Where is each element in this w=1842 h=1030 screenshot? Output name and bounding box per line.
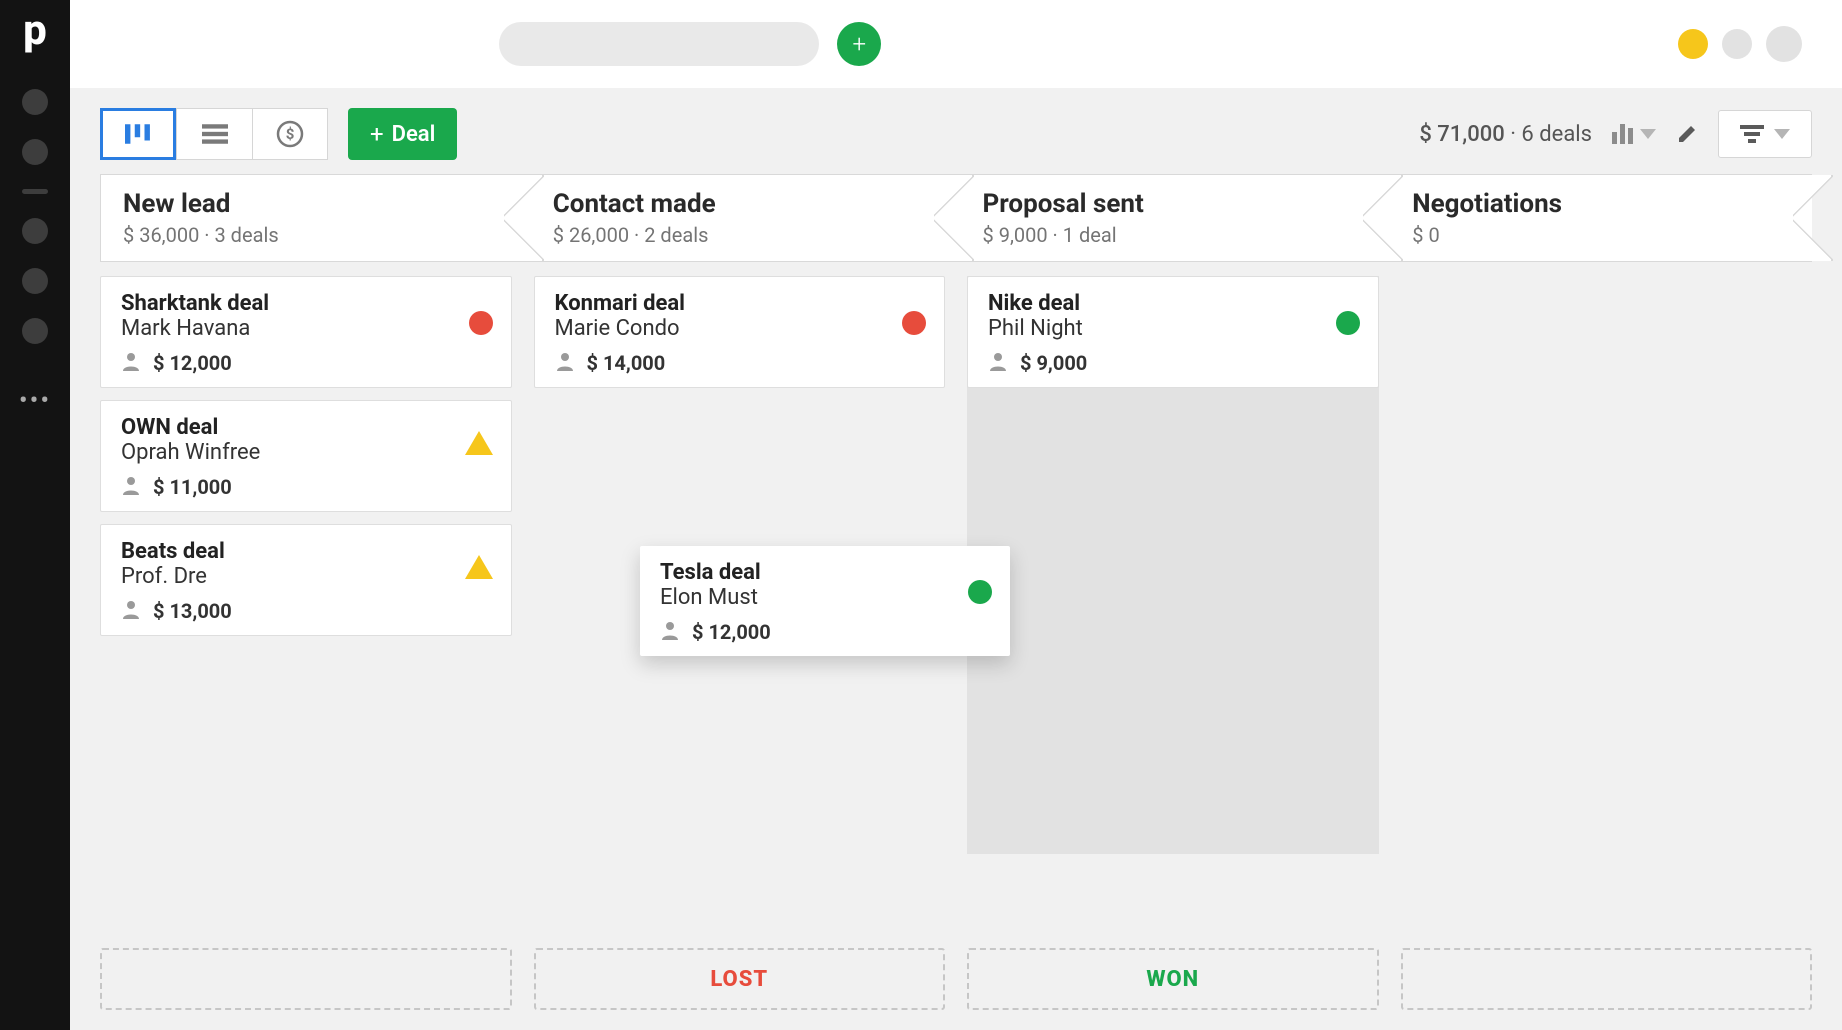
person-icon bbox=[988, 351, 1008, 375]
dropzone-lost[interactable]: LOST bbox=[534, 948, 946, 1010]
status-dot-green bbox=[968, 580, 992, 604]
filter-icon bbox=[1740, 125, 1764, 143]
column-new-lead[interactable]: Sharktank deal Mark Havana $ 12,000 OWN … bbox=[100, 276, 512, 934]
stage-header-new-lead[interactable]: New lead $ 36,000 · 3 deals bbox=[100, 174, 523, 262]
stage-subtitle: $ 26,000 · 2 deals bbox=[553, 223, 929, 247]
deal-title: Sharktank deal bbox=[121, 291, 491, 316]
sidebar-nav-item[interactable] bbox=[22, 189, 48, 194]
status-dot-red bbox=[469, 311, 493, 335]
deal-title: Tesla deal bbox=[660, 560, 990, 585]
dropzone-delete[interactable] bbox=[100, 948, 512, 1010]
search-input[interactable] bbox=[499, 22, 819, 66]
notification-indicator[interactable] bbox=[1678, 29, 1708, 59]
deal-contact: Mark Havana bbox=[121, 316, 491, 341]
stage-title: Proposal sent bbox=[983, 189, 1359, 219]
stage-subtitle: $ 36,000 · 3 deals bbox=[123, 223, 499, 247]
svg-text:$: $ bbox=[286, 125, 295, 143]
stage-title: Negotiations bbox=[1412, 189, 1788, 219]
deal-contact: Phil Night bbox=[988, 316, 1358, 341]
status-dot-red bbox=[902, 311, 926, 335]
deal-title: OWN deal bbox=[121, 415, 491, 440]
status-dot-green bbox=[1336, 311, 1360, 335]
deal-title: Beats deal bbox=[121, 539, 491, 564]
person-icon bbox=[121, 475, 141, 499]
stage-subtitle: $ 0 bbox=[1412, 223, 1788, 247]
sidebar-more-icon[interactable]: ••• bbox=[19, 386, 51, 416]
person-icon bbox=[121, 351, 141, 375]
deal-title: Nike deal bbox=[988, 291, 1358, 316]
dropzone-move[interactable] bbox=[1401, 948, 1813, 1010]
kanban-icon bbox=[125, 124, 151, 144]
sidebar-nav-item[interactable] bbox=[22, 268, 48, 294]
edit-pipeline-button[interactable] bbox=[1676, 123, 1698, 145]
deal-contact: Prof. Dre bbox=[121, 564, 491, 589]
deal-card[interactable]: Konmari deal Marie Condo $ 14,000 bbox=[534, 276, 946, 388]
bar-chart-icon bbox=[1612, 124, 1634, 144]
deal-card[interactable]: Sharktank deal Mark Havana $ 12,000 bbox=[100, 276, 512, 388]
chevron-down-icon bbox=[1640, 129, 1656, 139]
dollar-circle-icon: $ bbox=[276, 120, 304, 148]
deal-contact: Marie Condo bbox=[555, 316, 925, 341]
view-kanban-button[interactable] bbox=[100, 108, 176, 160]
pipeline-toolbar: $ + Deal $ 71,000 · 6 deals bbox=[100, 108, 1812, 160]
sidebar: p ••• bbox=[0, 0, 70, 1030]
deal-card[interactable]: Nike deal Phil Night $ 9,000 bbox=[967, 276, 1379, 388]
dropzones: LOST WON bbox=[100, 934, 1812, 1010]
plus-icon: + bbox=[853, 30, 867, 58]
status-triangle-yellow bbox=[465, 431, 493, 455]
deal-card[interactable]: Beats deal Prof. Dre $ 13,000 bbox=[100, 524, 512, 636]
sidebar-nav-item[interactable] bbox=[22, 139, 48, 165]
deal-title: Konmari deal bbox=[555, 291, 925, 316]
deal-amount: $ 11,000 bbox=[153, 475, 232, 499]
topbar: + bbox=[70, 0, 1842, 88]
add-deal-label: Deal bbox=[392, 122, 436, 147]
deal-card-dragging[interactable]: Tesla deal Elon Must $ 12,000 bbox=[640, 546, 1010, 656]
column-negotiations[interactable] bbox=[1401, 276, 1813, 934]
list-icon bbox=[202, 124, 228, 144]
stage-header-negotiations[interactable]: Negotiations $ 0 bbox=[1382, 174, 1812, 262]
deal-amount: $ 12,000 bbox=[153, 351, 232, 375]
pipeline-totals: $ 71,000 · 6 deals bbox=[1419, 122, 1592, 147]
stage-title: Contact made bbox=[553, 189, 929, 219]
stage-subtitle: $ 9,000 · 1 deal bbox=[983, 223, 1359, 247]
pencil-icon bbox=[1676, 123, 1698, 145]
person-icon bbox=[555, 351, 575, 375]
deal-amount: $ 14,000 bbox=[587, 351, 666, 375]
pipeline-stages-header: New lead $ 36,000 · 3 deals Contact made… bbox=[100, 174, 1812, 262]
deal-contact: Elon Must bbox=[660, 585, 990, 610]
deal-amount: $ 9,000 bbox=[1020, 351, 1087, 375]
deal-card[interactable]: OWN deal Oprah Winfree $ 11,000 bbox=[100, 400, 512, 512]
sidebar-nav-item[interactable] bbox=[22, 89, 48, 115]
column-proposal-sent[interactable]: Nike deal Phil Night $ 9,000 bbox=[967, 276, 1379, 934]
avatar[interactable] bbox=[1766, 26, 1802, 62]
person-icon bbox=[660, 620, 680, 644]
deal-amount: $ 12,000 bbox=[692, 620, 771, 644]
quick-add-button[interactable]: + bbox=[837, 22, 881, 66]
deal-amount: $ 13,000 bbox=[153, 599, 232, 623]
add-deal-button[interactable]: + Deal bbox=[348, 108, 457, 160]
app-logo: p bbox=[23, 10, 47, 52]
summary-chart-button[interactable] bbox=[1612, 124, 1656, 144]
deal-contact: Oprah Winfree bbox=[121, 440, 491, 465]
stage-title: New lead bbox=[123, 189, 499, 219]
sidebar-nav-item[interactable] bbox=[22, 318, 48, 344]
stage-header-proposal-sent[interactable]: Proposal sent $ 9,000 · 1 deal bbox=[953, 174, 1383, 262]
sidebar-nav-item[interactable] bbox=[22, 218, 48, 244]
topbar-action[interactable] bbox=[1722, 29, 1752, 59]
chevron-down-icon bbox=[1774, 129, 1790, 139]
stage-header-contact-made[interactable]: Contact made $ 26,000 · 2 deals bbox=[523, 174, 953, 262]
person-icon bbox=[121, 599, 141, 623]
view-forecast-button[interactable]: $ bbox=[252, 108, 328, 160]
view-list-button[interactable] bbox=[176, 108, 252, 160]
status-triangle-yellow bbox=[465, 555, 493, 579]
plus-icon: + bbox=[370, 120, 384, 148]
filter-button[interactable] bbox=[1718, 110, 1812, 158]
dropzone-won[interactable]: WON bbox=[967, 948, 1379, 1010]
